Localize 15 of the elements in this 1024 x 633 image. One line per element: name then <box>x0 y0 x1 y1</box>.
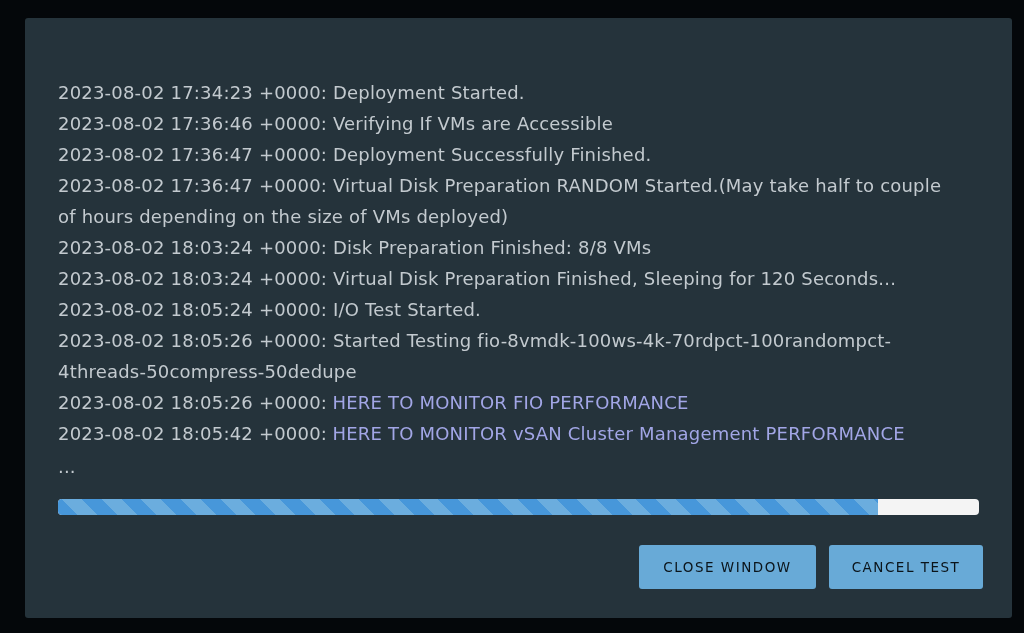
monitor-link[interactable]: HERE TO MONITOR FIO PERFORMANCE <box>332 392 689 413</box>
log-entry: 2023-08-02 18:03:24 +0000: Disk Preparation Finished: 8/8 VMs <box>58 236 653 260</box>
dialog-button[interactable]: CLOSE WINDOW <box>639 545 816 589</box>
log-entry: 2023-08-02 17:36:46 +0000: Verifying If VMs are Accessible <box>58 112 615 136</box>
log-entry: 2023-08-02 18:03:24 +0000: Virtual Disk Preparation Finished, Sleeping for 120 Seconds... <box>58 267 898 291</box>
log-timestamp: 2023-08-02 18:05:26 +0000: <box>58 392 328 413</box>
log-ellipsis: ... <box>58 456 76 477</box>
log-entry: 2023-08-02 17:34:23 +0000: Deployment Started. <box>58 81 526 105</box>
monitor-link[interactable]: HERE TO MONITOR vSAN Cluster Management PERFORMANCE <box>332 423 905 444</box>
log-entry: 2023-08-02 18:05:26 +0000: Started Testing fio-8vmdk-100ws-4k-70rdpct-100randompct-4threads-50compress-50dedupe <box>58 329 893 384</box>
log-entry: 2023-08-02 17:36:47 +0000: Deployment Successfully Finished. <box>58 143 653 167</box>
dialog-button[interactable]: CANCEL TEST <box>829 545 983 589</box>
log-entry: 2023-08-02 17:36:47 +0000: Virtual Disk Preparation RANDOM Started.(May take half to couple of hours depending on the size of VMs deployed) <box>58 174 943 229</box>
log-timestamp: 2023-08-02 18:05:42 +0000: <box>58 423 328 444</box>
log-entry: 2023-08-02 18:05:24 +0000: I/O Test Started. <box>58 298 482 322</box>
